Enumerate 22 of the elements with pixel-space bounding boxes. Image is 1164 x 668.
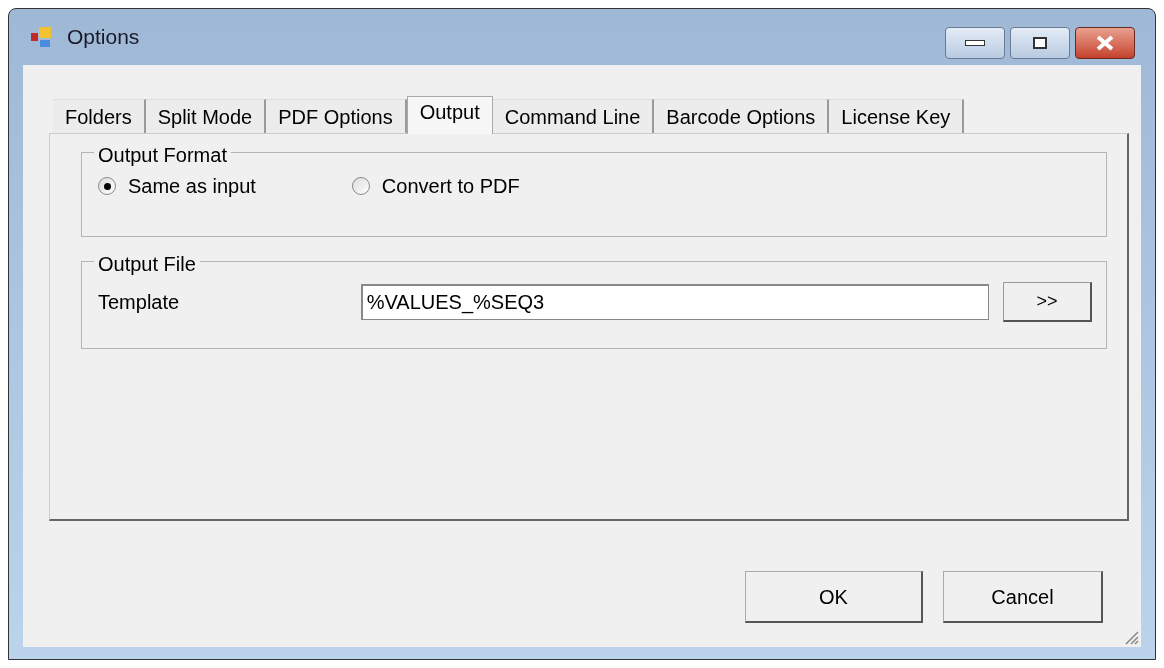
- window-title: Options: [67, 24, 141, 51]
- tab[interactable]: PDF Options: [266, 99, 407, 133]
- maximize-button[interactable]: [1010, 27, 1070, 59]
- minimize-button[interactable]: [945, 27, 1005, 59]
- radio-label: Same as input: [128, 174, 256, 199]
- template-field[interactable]: %VALUES_%SEQ3: [360, 284, 990, 320]
- tab[interactable]: Split Mode: [145, 99, 267, 133]
- close-icon: [1096, 35, 1114, 51]
- radio-button[interactable]: [351, 177, 370, 195]
- tab[interactable]: License Key: [829, 99, 965, 133]
- browse-button[interactable]: >>: [1003, 282, 1092, 322]
- tab[interactable]: Output: [406, 96, 493, 134]
- close-button[interactable]: [1075, 27, 1135, 59]
- tab[interactable]: Folders: [53, 99, 146, 133]
- tab[interactable]: Barcode Options: [654, 99, 830, 133]
- ok-button[interactable]: OK: [745, 571, 923, 623]
- resize-grip-icon: [1123, 629, 1139, 645]
- tab[interactable]: Command Line: [492, 99, 655, 133]
- radio-label: Convert to PDF: [381, 174, 520, 199]
- cancel-button[interactable]: Cancel: [943, 571, 1103, 623]
- radio-button[interactable]: [98, 177, 116, 195]
- template-label: Template: [98, 290, 181, 315]
